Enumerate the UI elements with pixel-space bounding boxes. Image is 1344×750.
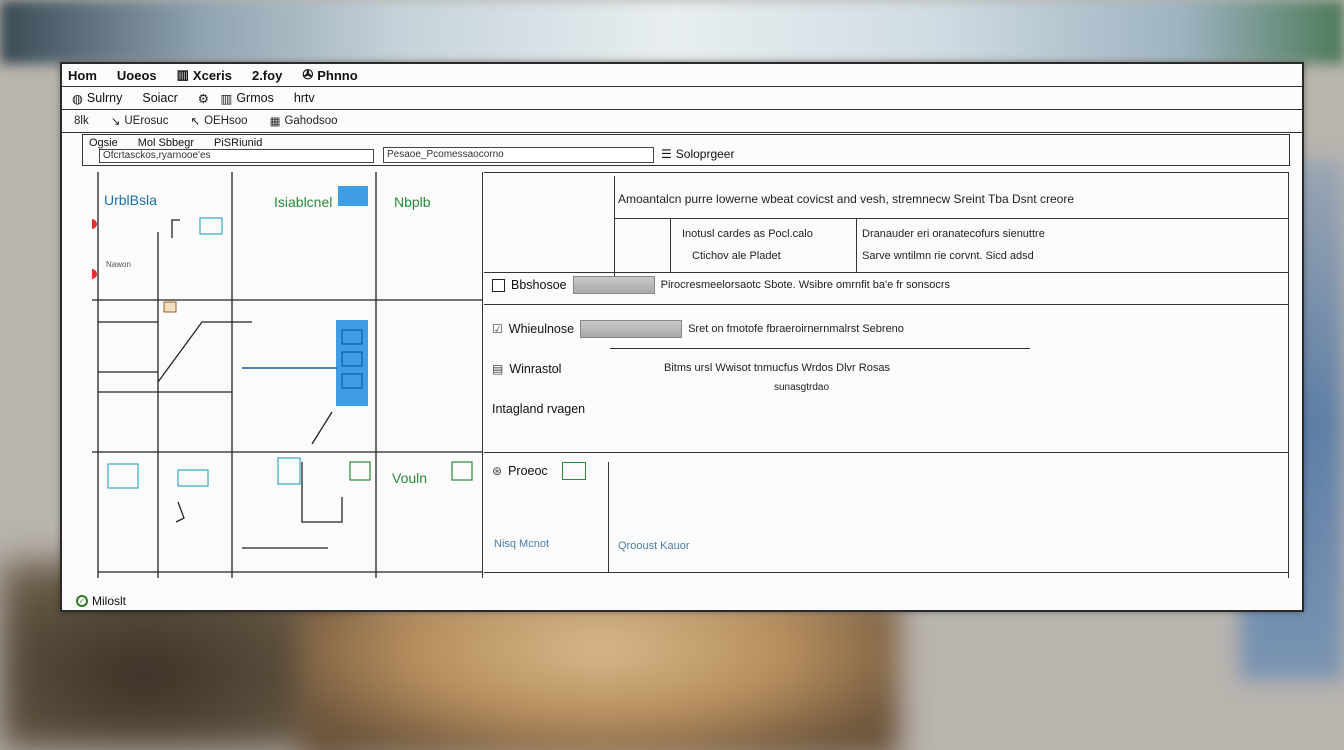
- menu-item-5[interactable]: ✇ Phnno: [296, 67, 371, 83]
- cursor-icon: ↖: [190, 116, 201, 128]
- toolbar2-btn-1[interactable]: 8lk: [62, 115, 99, 127]
- diagram-panel[interactable]: UrblBsla Isiablcnel Nbplb Vouln Nawon: [92, 172, 483, 578]
- property-label: Whieulnose: [508, 322, 575, 336]
- value-bar[interactable]: [580, 320, 683, 338]
- subrow-right: Sarve wntilmn rie corvnt. Sicd adsd: [862, 250, 1034, 262]
- toolbar-btn-1[interactable]: ◍ Sulrny: [62, 91, 132, 106]
- breadcrumb: Ogsie Mol Sbbegr PiSRiunid: [89, 137, 262, 149]
- menu-item-3[interactable]: ▥ Xceris: [171, 67, 246, 83]
- property-row-3[interactable]: ▤ Winrastol: [492, 362, 561, 376]
- breadcrumb-item[interactable]: PiSRiunid: [214, 137, 262, 149]
- status-label: Miloslt: [92, 594, 127, 608]
- tool-icon: ✇: [302, 67, 314, 82]
- header-description: Amoantalcn purre lowerne wbeat covicst a…: [618, 192, 1074, 206]
- property-label: Intagland rvagen: [492, 402, 586, 416]
- process-field[interactable]: Pesaoe_Pcomessaocorno: [383, 147, 654, 163]
- diagram-node-label[interactable]: Isiablcnel: [274, 194, 332, 210]
- path-bar: Ogsie Mol Sbbegr PiSRiunid Ofcrtasckos,r…: [82, 134, 1290, 166]
- footer-left-link[interactable]: Nisq Mcnot: [494, 538, 549, 550]
- property-label: Winrastol: [509, 362, 562, 376]
- arrow-icon: ↘: [110, 116, 121, 128]
- property-icon: ▤: [492, 362, 504, 376]
- diagram-canvas: [92, 172, 482, 578]
- diagram-node-label[interactable]: UrblBsla: [104, 192, 157, 208]
- gear-icon: ⚙: [197, 91, 210, 106]
- property-row-2[interactable]: ☑ Whieulnose Sret on fmotofe fbraeroirne…: [492, 320, 904, 338]
- toolbar2-btn-3[interactable]: ↖ OEHsoo: [178, 114, 257, 128]
- property-label: Proeoc: [508, 464, 548, 478]
- frame-icon: [561, 462, 586, 480]
- property-description: Bitms ursl Wwisot tnmucfus Wrdos Dlvr Ro…: [664, 362, 890, 374]
- value-bar[interactable]: [572, 276, 655, 294]
- selector-label[interactable]: ☰ Soloprgeer: [661, 147, 734, 161]
- toolbar2-btn-2[interactable]: ↘ UErosuc: [99, 114, 179, 128]
- list-icon: ☰: [661, 147, 672, 161]
- status-bar: ✓ Miloslt: [62, 592, 1316, 610]
- menu-bar: Hom Uoeos ▥ Xceris 2.foy ✇ Phnno: [62, 64, 1302, 87]
- subrow-left: Ctichov ale Pladet: [692, 250, 781, 262]
- toolbar-primary: ◍ Sulrny Soiacr ⚙ ▥ Grmos hrtv: [62, 87, 1302, 110]
- app-window: Hom Uoeos ▥ Xceris 2.foy ✇ Phnno ◍ Sulrny S…: [60, 62, 1304, 612]
- toolbar-btn-3[interactable]: ⚙ ▥ Grmos: [188, 91, 284, 106]
- property-row-1[interactable]: Bbshosoe Pirocresmeelorsaotc Sbote. Wsib…: [492, 276, 950, 294]
- property-row-4[interactable]: Intagland rvagen: [492, 402, 585, 416]
- property-label: Bbshosoe: [511, 278, 567, 292]
- diagram-node-label[interactable]: Nbplb: [394, 194, 431, 210]
- status-icon: ✓: [76, 595, 88, 607]
- property-checkbox[interactable]: [492, 278, 505, 292]
- menu-item-1[interactable]: Hom: [62, 68, 111, 83]
- toolbar-secondary: 8lk ↘ UErosuc ↖ OEHsoo ▦ Gahodsoo: [62, 110, 1302, 133]
- toolbar-btn-2[interactable]: Soiacr: [132, 91, 187, 105]
- menu-item-2[interactable]: Uoeos: [111, 68, 171, 83]
- target-icon: ⊛: [492, 464, 503, 478]
- menu-item-4[interactable]: 2.foy: [246, 68, 296, 83]
- breadcrumb-item[interactable]: Ogsie: [89, 137, 118, 149]
- main-area: UrblBsla Isiablcnel Nbplb Vouln Nawon Am…: [92, 172, 1289, 578]
- property-description: Sret on fmotofe fbraeroirnernmalrst Sebr…: [688, 323, 904, 335]
- breadcrumb-item[interactable]: Mol Sbbegr: [138, 137, 194, 149]
- property-subtext: sunasgtrdao: [774, 382, 830, 393]
- diagram-side-label: Nawon: [106, 260, 131, 269]
- grid-icon: ▥: [220, 91, 233, 106]
- grid-icon: ▥: [176, 67, 189, 82]
- grid-icon: ▦: [269, 116, 281, 128]
- path-field[interactable]: Ofcrtasckos,ryarnooe'es: [99, 149, 374, 163]
- property-description: Pirocresmeelorsaotc Sbote. Wsibre omrnfi…: [660, 279, 951, 291]
- property-icon: ☑: [492, 322, 503, 336]
- property-row-5[interactable]: ⊛ Proeoc: [492, 462, 586, 480]
- circle-icon: ◍: [72, 91, 83, 106]
- toolbar-btn-4[interactable]: hrtv: [284, 91, 325, 105]
- subrow-right: Dranauder eri oranatecofurs sienuttre: [862, 228, 1045, 240]
- diagram-node-label[interactable]: Vouln: [392, 470, 427, 486]
- properties-panel: Amoantalcn purre lowerne wbeat covicst a…: [484, 172, 1288, 578]
- subrow-left: Inotusl cardes as Pocl.calo: [682, 228, 813, 240]
- toolbar2-btn-4[interactable]: ▦ Gahodsoo: [258, 114, 348, 128]
- footer-right-link[interactable]: Qrooust Kauor: [618, 540, 690, 552]
